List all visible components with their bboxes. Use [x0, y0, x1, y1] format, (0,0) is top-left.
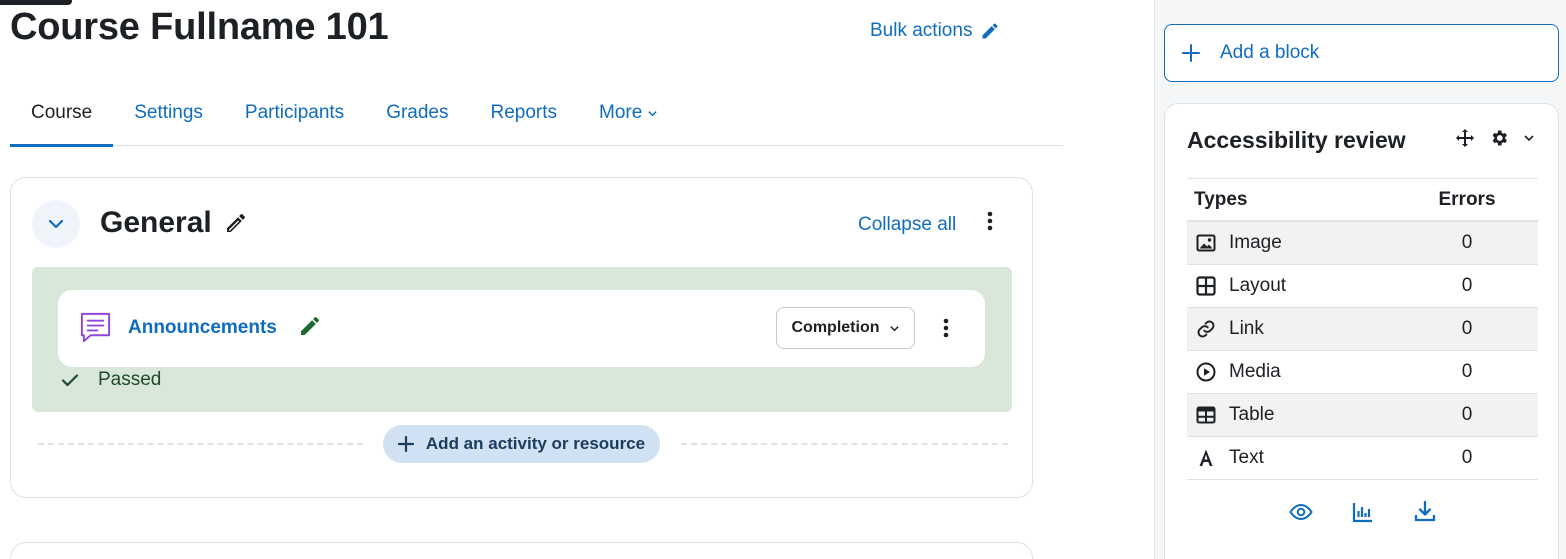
row-errors: 0	[1461, 275, 1473, 296]
plus-icon	[397, 436, 414, 452]
course-tabs: Course Settings Participants Grades Repo…	[10, 80, 1063, 147]
pencil-icon[interactable]	[298, 314, 322, 338]
text-icon	[1199, 449, 1213, 466]
row-errors: 0	[1461, 404, 1473, 425]
row-type: Link	[1229, 318, 1264, 339]
tab-label: More	[599, 102, 643, 123]
tab-settings[interactable]: Settings	[113, 80, 224, 146]
add-activity-button[interactable]: Add an activity or resource	[383, 425, 660, 463]
row-errors: 0	[1461, 232, 1473, 253]
chevron-down-icon[interactable]	[1523, 132, 1535, 144]
activity-card: Announcements Completion	[58, 290, 985, 367]
tab-label: Settings	[134, 102, 203, 123]
row-type: Layout	[1229, 275, 1287, 296]
row-errors: 0	[1461, 318, 1473, 339]
table-icon	[1196, 406, 1216, 424]
page-title: Course Fullname 101	[10, 6, 389, 48]
completion-status: Passed	[60, 369, 161, 391]
divider	[681, 443, 1008, 445]
collapse-all-link[interactable]: Collapse all	[858, 214, 956, 236]
row-type: Table	[1229, 404, 1275, 425]
activity-completion-wrapper: Announcements Completion Passed	[32, 267, 1012, 412]
table-row: Layout 0	[1187, 265, 1538, 308]
completion-dropdown[interactable]: Completion	[776, 307, 915, 349]
add-block-label: Add a block	[1220, 42, 1320, 63]
row-type: Text	[1229, 447, 1264, 468]
add-activity-label: Add an activity or resource	[425, 434, 646, 453]
tab-label: Participants	[244, 102, 345, 123]
tab-course[interactable]: Course	[10, 80, 114, 147]
completion-label: Completion	[791, 319, 880, 336]
bulk-actions-label: Bulk actions	[870, 20, 973, 41]
table-header: Types Errors	[1187, 179, 1538, 222]
download-icon[interactable]	[1413, 500, 1437, 524]
table-row: Link 0	[1187, 308, 1538, 351]
chevron-down-icon	[48, 219, 64, 229]
activity-link[interactable]: Announcements	[128, 317, 277, 339]
add-block-button[interactable]: Add a block	[1164, 24, 1559, 82]
table-body: Image 0 Layout 0 Link 0 Media 0 Table 0 …	[1187, 222, 1538, 480]
section-title: General	[100, 206, 248, 240]
accessibility-review-block: Accessibility review Types Errors Image …	[1164, 103, 1559, 559]
row-type: Media	[1229, 361, 1281, 382]
forum-icon	[80, 312, 111, 343]
tab-participants[interactable]: Participants	[224, 80, 365, 146]
activity-actions-menu[interactable]	[935, 313, 957, 343]
plus-icon	[1182, 44, 1200, 62]
add-activity-row: Add an activity or resource	[38, 425, 1008, 463]
section-collapse-button[interactable]	[32, 200, 80, 248]
row-type: Image	[1229, 232, 1282, 253]
table-row: Text 0	[1187, 437, 1538, 480]
kebab-icon	[943, 318, 949, 338]
next-section-card	[10, 542, 1033, 559]
table-row: Table 0	[1187, 394, 1538, 437]
table-row: Media 0	[1187, 351, 1538, 394]
pencil-icon	[982, 23, 998, 39]
link-icon	[1197, 320, 1215, 338]
block-title: Accessibility review	[1187, 127, 1406, 153]
image-icon	[1196, 234, 1216, 252]
column-header-types: Types	[1194, 188, 1248, 210]
gear-icon[interactable]	[1489, 128, 1509, 148]
column-header-errors: Errors	[1438, 188, 1496, 210]
tab-label: Course	[31, 102, 93, 123]
layout-icon	[1196, 276, 1216, 296]
chevron-down-icon	[889, 325, 899, 331]
block-footer-actions	[1187, 500, 1538, 524]
completion-status-text: Passed	[98, 369, 162, 390]
move-icon[interactable]	[1455, 128, 1475, 148]
tab-grades[interactable]: Grades	[365, 80, 469, 146]
tab-more[interactable]: More	[578, 80, 679, 146]
row-errors: 0	[1461, 361, 1473, 382]
kebab-icon	[987, 211, 993, 231]
checkmark-icon	[61, 374, 79, 387]
accessibility-table: Types Errors Image 0 Layout 0 Link 0 Med…	[1187, 178, 1538, 480]
bar-chart-icon[interactable]	[1351, 500, 1375, 524]
tab-reports[interactable]: Reports	[470, 80, 579, 146]
section-actions-menu[interactable]	[979, 206, 1001, 236]
chevron-down-icon	[648, 110, 658, 116]
row-errors: 0	[1461, 447, 1473, 468]
table-row: Image 0	[1187, 222, 1538, 265]
block-drawer: Add a block Accessibility review Types E…	[1154, 0, 1566, 559]
section-title-text: General	[100, 206, 212, 239]
section-general: General Collapse all Announcements Compl…	[10, 177, 1033, 498]
block-controls	[1455, 128, 1535, 148]
divider	[38, 443, 363, 445]
bulk-actions-button[interactable]: Bulk actions	[870, 20, 1000, 42]
main-region: Course Fullname 101 Bulk actions Course …	[0, 0, 1150, 559]
pencil-icon[interactable]	[224, 211, 248, 235]
tab-label: Grades	[386, 102, 449, 123]
media-icon	[1196, 362, 1216, 382]
eye-icon[interactable]	[1288, 500, 1313, 524]
tab-label: Reports	[490, 102, 558, 123]
